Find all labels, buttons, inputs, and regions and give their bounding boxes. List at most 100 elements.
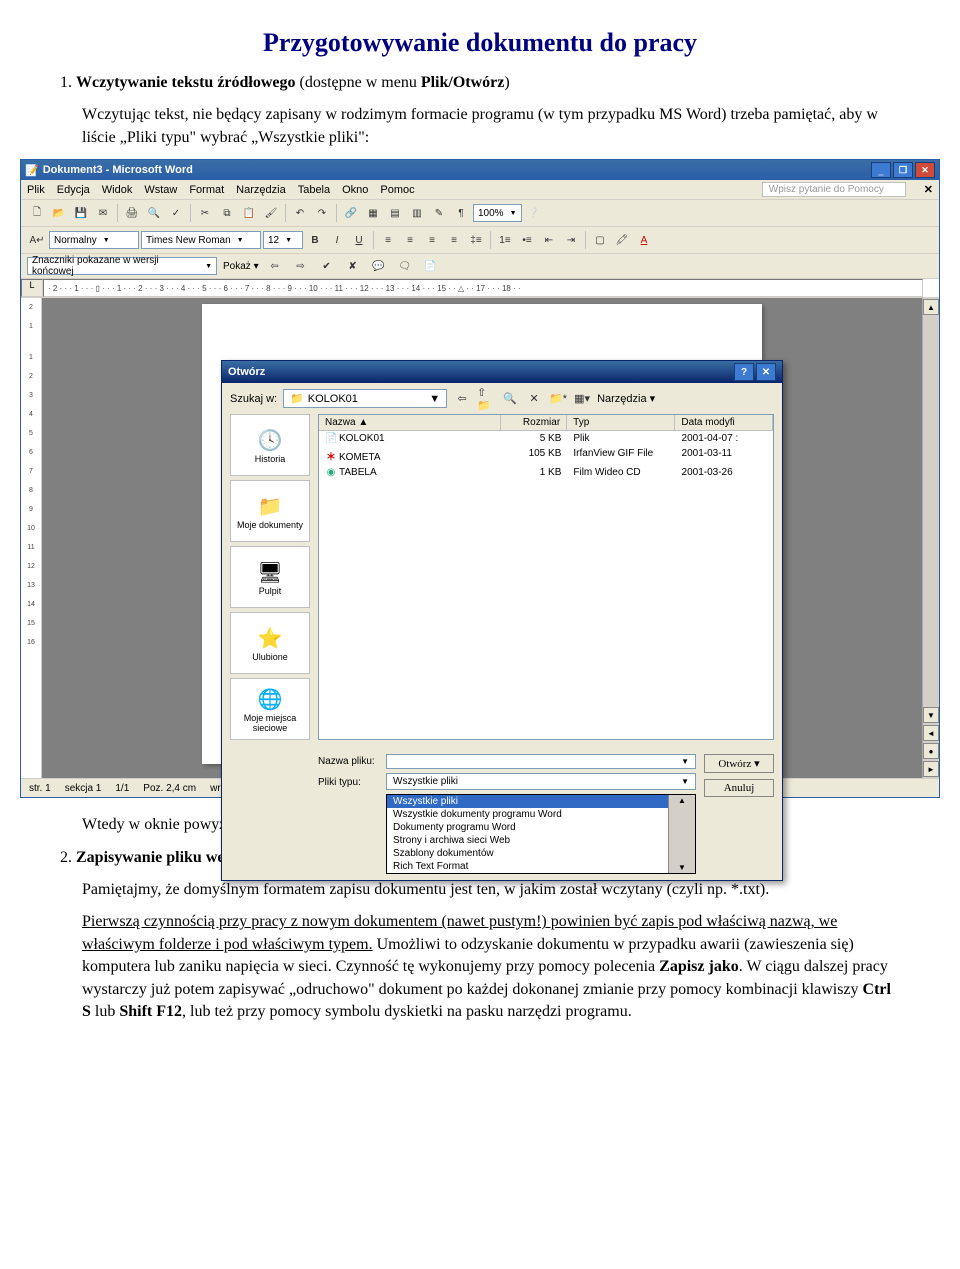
- help-search-input[interactable]: Wpisz pytanie do Pomocy: [762, 182, 906, 197]
- outdent-icon[interactable]: ⇤: [539, 230, 559, 250]
- type-option[interactable]: Wszystkie dokumenty programu Word: [387, 808, 695, 821]
- preview-icon[interactable]: 🔍: [144, 203, 164, 223]
- align-left-icon[interactable]: ≡: [378, 230, 398, 250]
- menu-narzedzia[interactable]: Narzędzia: [236, 184, 286, 196]
- menu-format[interactable]: Format: [189, 184, 224, 196]
- undo-icon[interactable]: ↶: [290, 203, 310, 223]
- font-select[interactable]: Times New Roman▼: [141, 231, 261, 249]
- prev-change-icon[interactable]: ⇦: [265, 256, 285, 276]
- type-option[interactable]: Dokumenty programu Word: [387, 821, 695, 834]
- browse-next-icon[interactable]: ►: [923, 761, 939, 777]
- border-icon[interactable]: ▢: [590, 230, 610, 250]
- cut-icon[interactable]: ✂: [195, 203, 215, 223]
- indent-icon[interactable]: ⇥: [561, 230, 581, 250]
- track-show[interactable]: Pokaż ▾: [223, 261, 259, 272]
- menu-plik[interactable]: Plik: [27, 184, 45, 196]
- align-justify-icon[interactable]: ≡: [444, 230, 464, 250]
- views-icon[interactable]: ▦▾: [573, 390, 591, 408]
- browse-prev-icon[interactable]: ◄: [923, 725, 939, 741]
- underline-button[interactable]: U: [349, 230, 369, 250]
- italic-button[interactable]: I: [327, 230, 347, 250]
- align-center-icon[interactable]: ≡: [400, 230, 420, 250]
- size-select[interactable]: 12▼: [263, 231, 303, 249]
- filename-input[interactable]: ▼: [386, 754, 696, 769]
- dd-scroll-up-icon[interactable]: ▲: [678, 796, 686, 805]
- help-icon[interactable]: ❔: [524, 203, 544, 223]
- tools-menu[interactable]: Narzędzia ▾: [597, 392, 655, 405]
- type-option[interactable]: Wszystkie pliki: [387, 795, 695, 808]
- columns-icon[interactable]: ▥: [407, 203, 427, 223]
- next-change-icon[interactable]: ⇨: [291, 256, 311, 276]
- spell-icon[interactable]: ✓: [166, 203, 186, 223]
- zoom-select[interactable]: 100%▼: [473, 204, 522, 222]
- bullist-icon[interactable]: •≡: [517, 230, 537, 250]
- scroll-down-icon[interactable]: ▼: [923, 707, 939, 723]
- copy-icon[interactable]: ⧉: [217, 203, 237, 223]
- align-right-icon[interactable]: ≡: [422, 230, 442, 250]
- back-icon[interactable]: ⇦: [453, 390, 471, 408]
- filetype-select[interactable]: Wszystkie pliki▼: [386, 773, 696, 790]
- maximize-button[interactable]: ❐: [893, 162, 913, 178]
- brush-icon[interactable]: 🖌: [261, 203, 281, 223]
- place-network[interactable]: 🌐Moje miejsca sieciowe: [230, 678, 310, 740]
- reject-icon[interactable]: ✘: [343, 256, 363, 276]
- linespacing-icon[interactable]: ‡≡: [466, 230, 486, 250]
- open-button[interactable]: Otwórz ▾: [704, 754, 774, 773]
- col-date[interactable]: Data modyfi: [675, 415, 773, 430]
- col-type[interactable]: Typ: [567, 415, 675, 430]
- file-row[interactable]: 📄KOLOK01 5 KB Plik 2001-04-07 :: [319, 431, 773, 446]
- scroll-up-icon[interactable]: ▲: [923, 299, 939, 315]
- docmap-icon[interactable]: ¶: [451, 203, 471, 223]
- doc-close-button[interactable]: ✕: [924, 183, 933, 196]
- minimize-button[interactable]: ‗: [871, 162, 891, 178]
- menu-edycja[interactable]: Edycja: [57, 184, 90, 196]
- vertical-ruler[interactable]: 2112345678910111213141516: [21, 298, 42, 778]
- xls-icon[interactable]: ▤: [385, 203, 405, 223]
- print-icon[interactable]: 🖨: [122, 203, 142, 223]
- review-pane-icon[interactable]: 📄: [421, 256, 441, 276]
- file-list[interactable]: Nazwa ▲ Rozmiar Typ Data modyfi 📄KOLOK01…: [318, 414, 774, 740]
- col-size[interactable]: Rozmiar: [501, 415, 567, 430]
- menu-widok[interactable]: Widok: [102, 184, 133, 196]
- accept-icon[interactable]: ✔: [317, 256, 337, 276]
- new-icon[interactable]: 🗋: [27, 203, 47, 223]
- search-icon[interactable]: 🔍: [501, 390, 519, 408]
- balloon-icon[interactable]: 🗨: [395, 256, 415, 276]
- vertical-scrollbar[interactable]: ▲ ▼ ◄ ● ►: [922, 298, 939, 778]
- place-mydocs[interactable]: 📁Moje dokumenty: [230, 480, 310, 542]
- mail-icon[interactable]: ✉: [93, 203, 113, 223]
- style-select[interactable]: Normalny▼: [49, 231, 139, 249]
- file-row[interactable]: ＊KOMETA 105 KB IrfanView GIF File 2001-0…: [319, 446, 773, 465]
- col-name[interactable]: Nazwa ▲: [319, 415, 501, 430]
- open-icon[interactable]: 📂: [49, 203, 69, 223]
- help-button[interactable]: ?: [734, 363, 754, 381]
- cancel-button[interactable]: Anuluj: [704, 779, 774, 797]
- menu-pomoc[interactable]: Pomoc: [380, 184, 414, 196]
- styles-icon[interactable]: A↵: [27, 230, 47, 250]
- file-row[interactable]: ◉TABELA 1 KB Film Wideo CD 2001-03-26: [319, 465, 773, 480]
- menu-wstaw[interactable]: Wstaw: [144, 184, 177, 196]
- table-icon[interactable]: ▦: [363, 203, 383, 223]
- type-option[interactable]: Strony i archiwa sieci Web: [387, 834, 695, 847]
- fontcolor-icon[interactable]: A: [634, 230, 654, 250]
- redo-icon[interactable]: ↷: [312, 203, 332, 223]
- filetype-dropdown[interactable]: Wszystkie pliki Wszystkie dokumenty prog…: [386, 794, 696, 874]
- place-history[interactable]: 🕓Historia: [230, 414, 310, 476]
- type-option[interactable]: Rich Text Format: [387, 860, 695, 873]
- lookin-select[interactable]: 📁 KOLOK01 ▼: [283, 389, 447, 408]
- save-icon[interactable]: 💾: [71, 203, 91, 223]
- paste-icon[interactable]: 📋: [239, 203, 259, 223]
- bold-button[interactable]: B: [305, 230, 325, 250]
- close-button[interactable]: ✕: [915, 162, 935, 178]
- browse-object-icon[interactable]: ●: [923, 743, 939, 759]
- newfolder-icon[interactable]: 📁*: [549, 390, 567, 408]
- drawing-icon[interactable]: ✎: [429, 203, 449, 223]
- numlist-icon[interactable]: 1≡: [495, 230, 515, 250]
- type-option[interactable]: Szablony dokumentów: [387, 847, 695, 860]
- horizontal-ruler[interactable]: · 2 · · · 1 · · · ▯ · · · 1 · · · 2 · · …: [43, 279, 923, 297]
- comment-icon[interactable]: 💬: [369, 256, 389, 276]
- dd-scroll-down-icon[interactable]: ▼: [678, 863, 686, 872]
- up-icon[interactable]: ⇧📁: [477, 390, 495, 408]
- delete-icon[interactable]: ✕: [525, 390, 543, 408]
- place-favorites[interactable]: ⭐Ulubione: [230, 612, 310, 674]
